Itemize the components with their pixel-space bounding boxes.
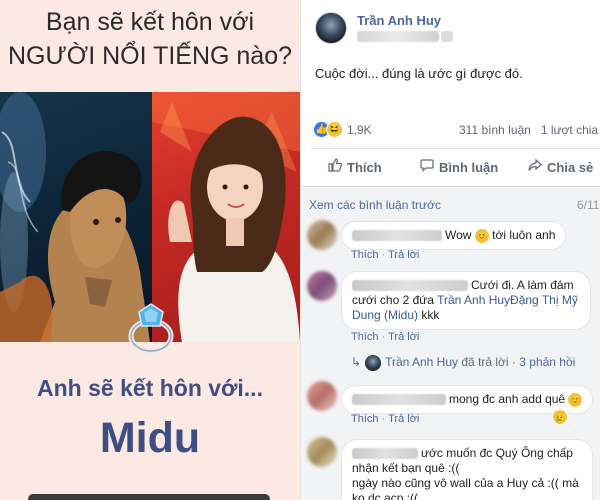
author-mini-avatar [365, 355, 382, 371]
comment-reply-link[interactable]: Trả lời [388, 249, 419, 261]
comment-meta: Thích · Trả lời [351, 249, 420, 261]
commenter-avatar[interactable] [307, 437, 337, 467]
commenter-avatar[interactable] [307, 220, 337, 250]
commenter-name-blurred[interactable] [352, 230, 442, 242]
commenter-avatar[interactable] [307, 381, 337, 411]
quiz-card: Bạn sẽ kết hôn với NGƯỜI NỔI TIẾNG nào? [0, 0, 300, 500]
view-previous-comments[interactable]: Xem các bình luận trước [309, 198, 441, 212]
smile-emoji-icon: 😊 [474, 228, 489, 243]
author-name[interactable]: Trần Anh Huy [357, 13, 441, 28]
privacy-icon [441, 31, 453, 42]
quiz-question-line2: NGƯỜI NỔI TIẾNG nào? [7, 42, 293, 70]
share-button[interactable]: Chia sẻ [527, 158, 593, 175]
comment-meta: Thích · Trả lời [351, 413, 420, 425]
comment-reply-link[interactable]: Trả lời [388, 331, 419, 343]
like-button[interactable]: Thích [327, 158, 382, 175]
post-actions-bar: Thích Bình luận Chia sẻ [301, 150, 600, 186]
facebook-post: Trần Anh Huy Cuộc đời... đúng là ước gì … [300, 0, 600, 500]
reactions-count: 1,9K [347, 123, 372, 137]
mention-link[interactable]: Dung (Midu) [352, 308, 418, 322]
post-text: Cuộc đời... đúng là ước gì được đó. [315, 66, 523, 81]
commenter-name-blurred[interactable] [352, 394, 446, 406]
like-button-label: Thích [347, 160, 382, 175]
share-button-label: Chia sẻ [547, 160, 594, 175]
commenter-avatar[interactable] [307, 271, 337, 301]
comment-text: Wow [445, 228, 472, 242]
reply-arrow-icon: ↳ [351, 355, 362, 370]
commenter-name-blurred[interactable] [352, 448, 418, 460]
comment-like-link[interactable]: Thích [351, 331, 379, 343]
quiz-answer-name: Midu [99, 414, 201, 462]
comment-like-link[interactable]: Thích [351, 249, 379, 261]
comment-button[interactable]: Bình luận [419, 158, 498, 175]
comment-like-link[interactable]: Thích [351, 413, 379, 425]
comments-count[interactable]: 311 bình luận [459, 123, 531, 137]
comment-text-after: tới luôn anh [492, 228, 556, 242]
quiz-bottom-bar [28, 494, 270, 500]
comment-bubble: ước muốn đc Quý Ông chấp nhận kết bạn qu… [341, 439, 593, 500]
comment-bubble: Cưới đi. A làm đám cưới cho 2 đứa Trần A… [341, 271, 591, 330]
comment-bubble: Wow 😊 tới luôn anh [341, 221, 567, 250]
reply-summary[interactable]: ↳ Trần Anh Huy đã trả lời · 3 phản hồi [351, 355, 575, 371]
quiz-answer-line1: Anh sẽ kết hôn với... [37, 375, 263, 401]
post-stats: 311 bình luận 1 lượt chia sẻ [459, 123, 600, 137]
comment-meta: Thích · Trả lời [351, 331, 420, 343]
reply-author: Trần Anh Huy [385, 355, 458, 370]
mention-link[interactable]: Đặng Thị Mỹ [510, 293, 578, 307]
haha-icon: 😆 [326, 121, 343, 138]
post-timestamp-blurred [357, 31, 439, 42]
quiz-question-line1: Bạn sẽ kết hôn với [45, 8, 255, 36]
author-avatar[interactable] [315, 12, 347, 44]
smile-emoji-icon: 😊 [568, 392, 583, 407]
share-icon [527, 158, 543, 175]
comments-section: Xem các bình luận trước 6/11 Wow 😊 tới l… [301, 187, 600, 500]
comments-visible-count: 6/11 [577, 198, 600, 212]
ring-icon [124, 300, 178, 356]
commenter-name-blurred[interactable] [352, 280, 468, 292]
comment-icon [419, 158, 435, 175]
divider [311, 148, 600, 149]
shares-count[interactable]: 1 lượt chia sẻ [541, 123, 600, 137]
comment-reply-link[interactable]: Trả lời [388, 413, 419, 425]
reply-count: 3 phản hồi [519, 355, 576, 370]
thumbs-up-icon [327, 158, 343, 175]
comment-button-label: Bình luận [439, 160, 499, 175]
screenshot-root: Bạn sẽ kết hôn với NGƯỜI NỔI TIẾNG nào? [0, 0, 600, 500]
mention-link[interactable]: Trần Anh Huy [437, 293, 510, 307]
sad-reaction-icon[interactable]: 😢 [552, 409, 568, 425]
